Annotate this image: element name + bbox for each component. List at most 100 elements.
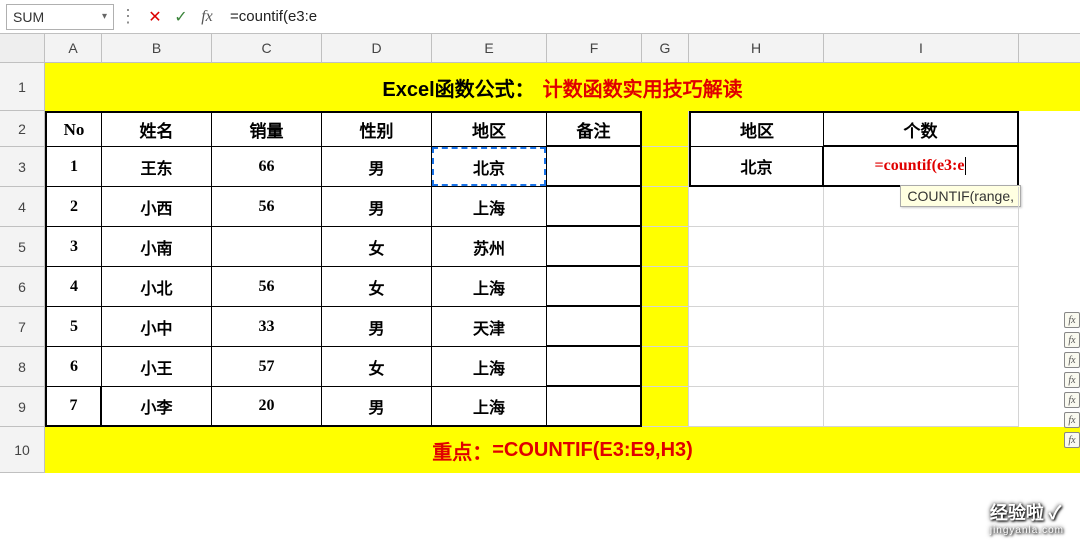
name-box[interactable]: SUM ▾ [6,4,114,30]
cell-F4[interactable] [547,187,642,227]
header-region[interactable]: 地区 [432,111,547,147]
cell-D3[interactable]: 男 [322,147,432,187]
fx-icon[interactable]: fx [1064,312,1080,328]
cancel-button[interactable]: ✕ [142,4,168,30]
col-header-H[interactable]: H [689,34,824,62]
cell-F5[interactable] [547,227,642,267]
cell-B4[interactable]: 小西 [102,187,212,227]
header-name[interactable]: 姓名 [102,111,212,147]
cell-A8[interactable]: 6 [45,347,102,387]
col-header-F[interactable]: F [547,34,642,62]
fx-icon[interactable]: fx [1064,352,1080,368]
col-header-B[interactable]: B [102,34,212,62]
cell-G9[interactable] [642,387,689,427]
fx-icon[interactable]: fx [1064,432,1080,448]
cell-I4[interactable] [824,187,1019,227]
cell-G8[interactable] [642,347,689,387]
cell-D5[interactable]: 女 [322,227,432,267]
cell-H9[interactable] [689,387,824,427]
cell-F8[interactable] [547,347,642,387]
row-header-3[interactable]: 3 [0,147,45,187]
cell-E4[interactable]: 上海 [432,187,547,227]
cell-I7[interactable] [824,307,1019,347]
cell-I5[interactable] [824,227,1019,267]
cell-D7[interactable]: 男 [322,307,432,347]
fx-icon[interactable]: fx [1064,412,1080,428]
cell-H6[interactable] [689,267,824,307]
cell-A9[interactable]: 7 [45,387,102,427]
cell-E3[interactable]: 北京 [432,147,547,187]
cell-C8[interactable]: 57 [212,347,322,387]
row-header-6[interactable]: 6 [0,267,45,307]
row-header-1[interactable]: 1 [0,63,45,111]
header-gender[interactable]: 性别 [322,111,432,147]
row-header-5[interactable]: 5 [0,227,45,267]
cell-C5[interactable] [212,227,322,267]
cell-B7[interactable]: 小中 [102,307,212,347]
cell-B6[interactable]: 小北 [102,267,212,307]
cell-I3-editing[interactable]: =countif(e3:e COUNTIF(range, [824,147,1019,187]
col-header-A[interactable]: A [45,34,102,62]
cell-G3[interactable] [642,147,689,187]
row-header-9[interactable]: 9 [0,387,45,427]
cell-C7[interactable]: 33 [212,307,322,347]
cell-F6[interactable] [547,267,642,307]
select-all-corner[interactable] [0,34,45,62]
cell-E6[interactable]: 上海 [432,267,547,307]
cell-F9[interactable] [547,387,642,427]
cell-D6[interactable]: 女 [322,267,432,307]
cell-D8[interactable]: 女 [322,347,432,387]
row-header-4[interactable]: 4 [0,187,45,227]
cell-G2[interactable] [642,111,689,147]
formula-input[interactable]: =countif(e3:e [220,4,1074,30]
cell-A6[interactable]: 4 [45,267,102,307]
header-no[interactable]: No [45,111,102,147]
cell-B9[interactable]: 小李 [102,387,212,427]
col-header-I[interactable]: I [824,34,1019,62]
cell-D9[interactable]: 男 [322,387,432,427]
cell-I8[interactable] [824,347,1019,387]
cell-A7[interactable]: 5 [45,307,102,347]
cell-H4[interactable] [689,187,824,227]
row-header-7[interactable]: 7 [0,307,45,347]
cell-I9[interactable] [824,387,1019,427]
enter-button[interactable]: ✓ [168,4,194,30]
cell-G7[interactable] [642,307,689,347]
header-note[interactable]: 备注 [547,111,642,147]
cell-B5[interactable]: 小南 [102,227,212,267]
title-cell[interactable]: Excel函数公式： 计数函数实用技巧解读 [45,63,1080,111]
row-header-2[interactable]: 2 [0,111,45,147]
fx-icon[interactable]: fx [1064,392,1080,408]
cell-E8[interactable]: 上海 [432,347,547,387]
fx-button[interactable]: fx [194,4,220,30]
cell-G6[interactable] [642,267,689,307]
cell-H3[interactable]: 北京 [689,147,824,187]
cell-D4[interactable]: 男 [322,187,432,227]
cell-H7[interactable] [689,307,824,347]
fx-icon[interactable]: fx [1064,332,1080,348]
header-qty[interactable]: 销量 [212,111,322,147]
row-header-8[interactable]: 8 [0,347,45,387]
cell-E5[interactable]: 苏州 [432,227,547,267]
cell-F7[interactable] [547,307,642,347]
col-header-G[interactable]: G [642,34,689,62]
cell-A3[interactable]: 1 [45,147,102,187]
cell-C4[interactable]: 56 [212,187,322,227]
header-count[interactable]: 个数 [824,111,1019,147]
cell-F3[interactable] [547,147,642,187]
cell-E9[interactable]: 上海 [432,387,547,427]
row-header-10[interactable]: 10 [0,427,45,473]
cell-G4[interactable] [642,187,689,227]
chevron-down-icon[interactable]: ▾ [102,11,107,22]
cell-B8[interactable]: 小王 [102,347,212,387]
col-header-D[interactable]: D [322,34,432,62]
cell-A4[interactable]: 2 [45,187,102,227]
cell-I6[interactable] [824,267,1019,307]
cell-A5[interactable]: 3 [45,227,102,267]
cell-C6[interactable]: 56 [212,267,322,307]
cell-G5[interactable] [642,227,689,267]
cell-H5[interactable] [689,227,824,267]
col-header-C[interactable]: C [212,34,322,62]
cell-C9[interactable]: 20 [212,387,322,427]
header-region2[interactable]: 地区 [689,111,824,147]
